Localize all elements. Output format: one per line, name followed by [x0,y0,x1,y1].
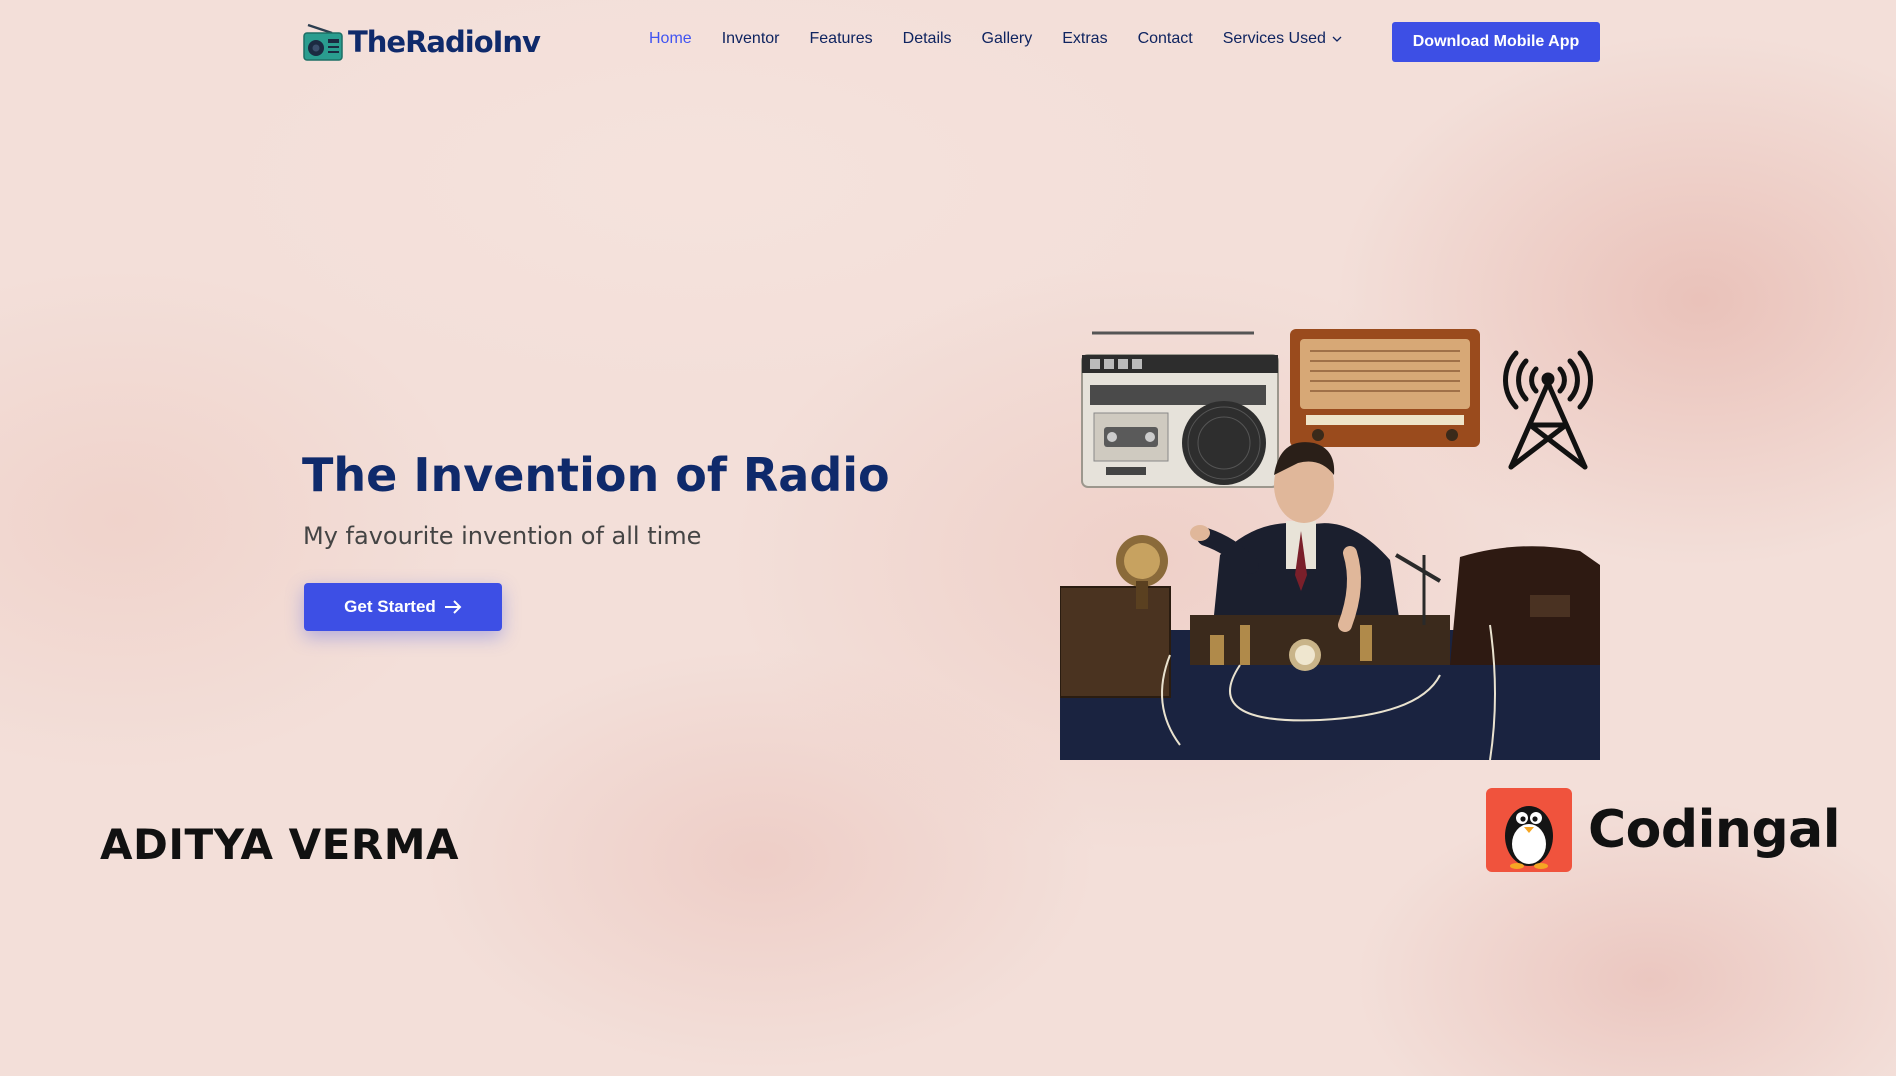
nav-inventor[interactable]: Inventor [722,30,780,48]
author-name: ADITYA VERMA [100,820,460,869]
penguin-icon [1486,788,1572,872]
chevron-down-icon [1332,36,1342,42]
main-nav: Home Inventor Features Details Gallery E… [649,30,1373,48]
brand-name: Codingal [1588,800,1841,860]
radio-icon [303,23,343,61]
radio-tower-icon [1503,350,1593,470]
nav-services-used-label: Services Used [1222,30,1326,47]
nav-gallery[interactable]: Gallery [982,30,1033,48]
vintage-radio-image [1290,329,1480,447]
nav-features[interactable]: Features [810,30,873,48]
site-header: TheRadioInv Home Inventor Features Detai… [0,0,1896,84]
marconi-photo-image [1060,442,1600,760]
hero-title: The Invention of Radio [302,448,890,502]
site-logo[interactable]: TheRadioInv [302,20,541,64]
get-started-label: Get Started [344,597,436,616]
hero-subtitle: My favourite invention of all time [303,522,702,550]
nav-extras[interactable]: Extras [1062,30,1107,48]
nav-contact[interactable]: Contact [1138,30,1193,48]
nav-home[interactable]: Home [649,30,692,48]
boombox-image [1081,331,1279,488]
logo-text: TheRadioInv [348,25,541,59]
arrow-right-icon [444,600,462,614]
codingal-logo: Codingal [1486,788,1841,872]
download-app-button[interactable]: Download Mobile App [1392,22,1600,62]
nav-details[interactable]: Details [903,30,952,48]
radio-collage-image [1060,329,1600,760]
nav-services-used[interactable]: Services Used [1223,30,1343,48]
get-started-button[interactable]: Get Started [304,583,502,631]
